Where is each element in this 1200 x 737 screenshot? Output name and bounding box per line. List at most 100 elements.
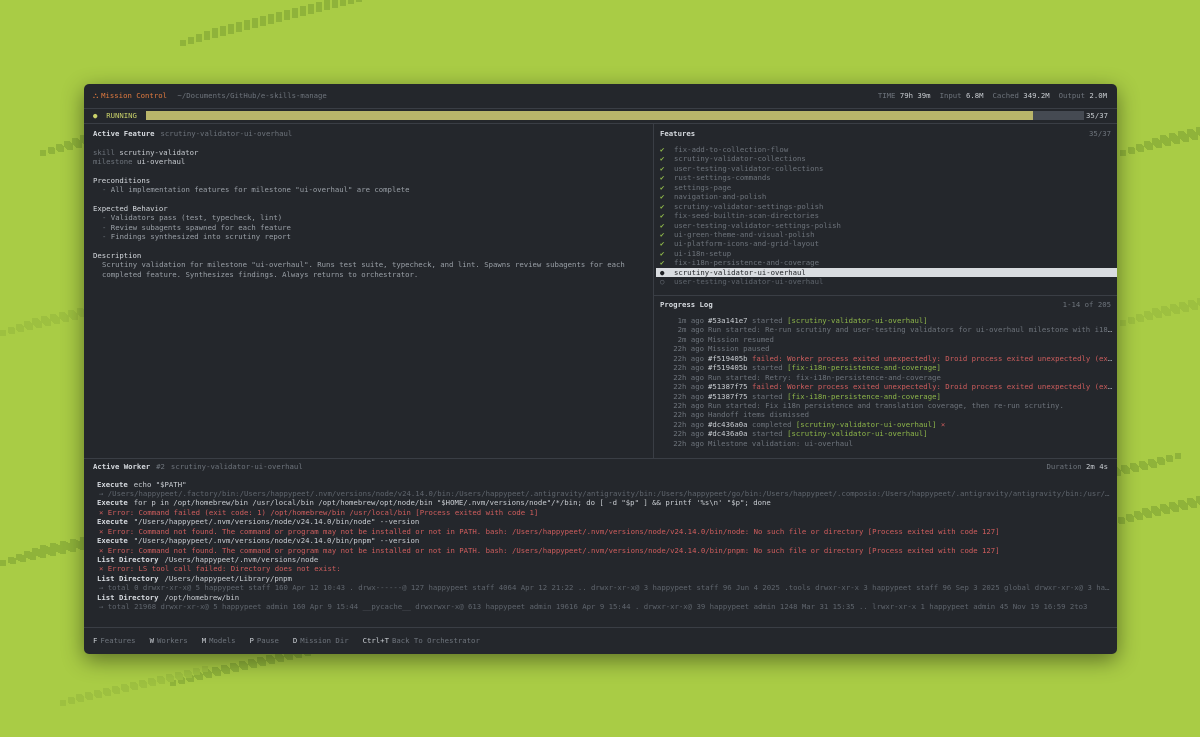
status-label: RUNNING (106, 111, 137, 120)
feature-name: ui-green-theme-and-visual-polish (674, 229, 815, 239)
feature-item[interactable]: ✔ scrutiny-validator-settings-polish (656, 202, 1117, 211)
pattern-tile (132, 684, 138, 690)
feature-item[interactable]: ✔ rust-settings-commands (656, 173, 1117, 182)
title-bar: ⛬ Mission Control ~/Documents/GitHub/e-sk… (84, 84, 1117, 109)
app-name: Mission Control (101, 91, 168, 100)
tool-command: echo "$PATH" (133, 479, 187, 489)
tool-error: × Error: Command not found. The command … (99, 526, 1000, 536)
feature-name: user-testing-validator-collections (674, 163, 824, 173)
tool-output: → /Users/happypeet/.factory/bin:/Users/h… (99, 488, 1111, 498)
shortcut-mission-dir[interactable]: D Mission Dir (293, 636, 349, 645)
pattern-tile (72, 314, 78, 320)
pattern-tile (1151, 462, 1157, 468)
shortcut-label: Mission Dir (300, 636, 349, 645)
pattern-tile (105, 690, 111, 696)
pattern-tile (186, 672, 192, 678)
tool-output: → total 0 drwxr-xr-x@ 5 happypeet staff … (99, 583, 1111, 593)
feature-item[interactable]: ✔ ui-platform-icons-and-grid-layout (656, 239, 1117, 248)
log-hash: #dc436a0a (708, 429, 748, 439)
progress-log-heading: Progress Log (660, 300, 713, 309)
feature-item[interactable]: ✔ user-testing-validator-settings-polish (656, 221, 1117, 230)
shortcut-back-to-orchestrator[interactable]: Ctrl+T Back To Orchestrator (363, 636, 480, 645)
pattern-tile (67, 144, 73, 150)
feature-item[interactable]: ✔ fix-add-to-collection-flow (656, 145, 1117, 154)
active-dot-icon: ● (660, 267, 665, 277)
log-entry: 1m ago #53a141e7 started [scrutiny-valida… (656, 316, 1115, 325)
feature-item[interactable]: ✔ user-testing-validator-collections (656, 164, 1117, 173)
feature-item[interactable]: ✔ fix-seed-builtin-scan-directories (656, 211, 1117, 220)
log-verb: failed: (751, 353, 783, 363)
pattern-tile (45, 320, 51, 326)
pattern-tile (1183, 306, 1189, 312)
keybinding-footer: F Features W Workers M Models P Pause D Mission D… (84, 627, 1117, 654)
shortcut-key: W (149, 636, 154, 645)
shortcut-models[interactable]: M Models (202, 636, 236, 645)
shortcut-key: D (292, 636, 298, 645)
pattern-tile (260, 20, 266, 26)
feature-item[interactable]: ○ user-testing-validator-ui-overhaul (656, 277, 1117, 286)
shortcut-pause[interactable]: P Pause (250, 636, 279, 645)
log-time: 22h ago (673, 419, 704, 429)
feature-item[interactable]: ✔ scrutiny-validator-collections (656, 154, 1117, 163)
pattern-tile (9, 328, 15, 334)
log-time: 22h ago (673, 429, 704, 439)
log-text: Run started: Retry: fix-i18n-persistence… (708, 372, 941, 382)
pattern-tile (206, 672, 212, 678)
pattern-tile (1174, 308, 1180, 314)
log-text: [scrutiny-validator-ui-overhaul] (795, 419, 937, 429)
feature-description: Scrutiny validation for milestone "ui-ov… (102, 260, 625, 279)
shortcut-workers[interactable]: W Workers (150, 636, 188, 645)
features-list: ✔ fix-add-to-collection-flow ✔ scrutiny-val… (656, 145, 1117, 287)
feature-item[interactable]: ✔ settings-page (656, 183, 1117, 192)
feature-item[interactable]: ✔ ui-green-theme-and-visual-polish (656, 230, 1117, 239)
pattern-tile (1138, 316, 1144, 322)
pattern-tile (244, 24, 250, 30)
pending-circle-icon: ○ (660, 277, 665, 287)
expected-behavior-item: - Review subagents spawned for each feat… (93, 223, 645, 233)
feature-item[interactable]: ✔ ui-i18n-setup (656, 249, 1117, 258)
pattern-tile (1183, 136, 1189, 142)
pattern-tile (1156, 142, 1162, 148)
pattern-tile (1119, 518, 1125, 524)
log-verb: started (751, 391, 783, 401)
feature-name: user-testing-validator-settings-polish (674, 220, 841, 230)
pattern-tile (287, 654, 293, 660)
feature-item[interactable]: ✔ fix-i18n-persistence-and-coverage (656, 258, 1117, 267)
log-time: 22h ago (673, 363, 704, 373)
feature-item[interactable]: ● scrutiny-validator-ui-overhaul (656, 267, 1117, 278)
tool-call: Execute echo "$PATH" (97, 480, 1109, 489)
pattern-tile (150, 680, 156, 686)
pattern-tile (1133, 466, 1139, 472)
pattern-tile (194, 669, 200, 675)
worker-tool-log: Execute echo "$PATH" → /Users/happypeet/.f… (93, 480, 1111, 612)
pattern-tile (27, 324, 33, 330)
tool-name: List Directory (97, 573, 159, 583)
pattern-tile (141, 682, 147, 688)
feature-name: scrutiny-validator-collections (674, 154, 806, 164)
log-text: Worker process exited unexpectedly: Droi… (787, 353, 1115, 363)
log-entry: 22h ago #dc436a0a started [scrutiny-valid… (656, 429, 1115, 438)
pattern-tile (87, 694, 93, 700)
pattern-tile (269, 658, 275, 664)
shortcut-label: Back To Orchestrator (391, 636, 480, 645)
usage-stat-value: 79h 39m (899, 91, 931, 100)
pattern-tile (1146, 512, 1152, 518)
usage-stat-value: 6.8M (965, 91, 984, 100)
feature-item[interactable]: ✔ navigation-and-polish (656, 192, 1117, 201)
log-entry: 22h ago Milestone validation: ui-overhaul (656, 439, 1115, 448)
log-text: [scrutiny-validator-ui-overhaul] (787, 429, 928, 439)
pattern-tile (123, 686, 129, 692)
worker-divider (84, 458, 1117, 459)
feature-name: user-testing-validator-ui-overhaul (674, 277, 824, 287)
log-hash: #f519405b (708, 353, 748, 363)
pattern-tile (300, 10, 306, 16)
pattern-tile (316, 6, 322, 12)
pattern-tile (1173, 506, 1179, 512)
pattern-tile (20, 556, 26, 562)
shortcut-features[interactable]: F Features (93, 636, 136, 645)
log-verb: completed (751, 419, 792, 429)
feature-name: navigation-and-polish (674, 192, 767, 202)
running-dot-icon: ● (93, 111, 98, 120)
pattern-tile (268, 18, 274, 24)
log-time: 22h ago (673, 344, 704, 354)
